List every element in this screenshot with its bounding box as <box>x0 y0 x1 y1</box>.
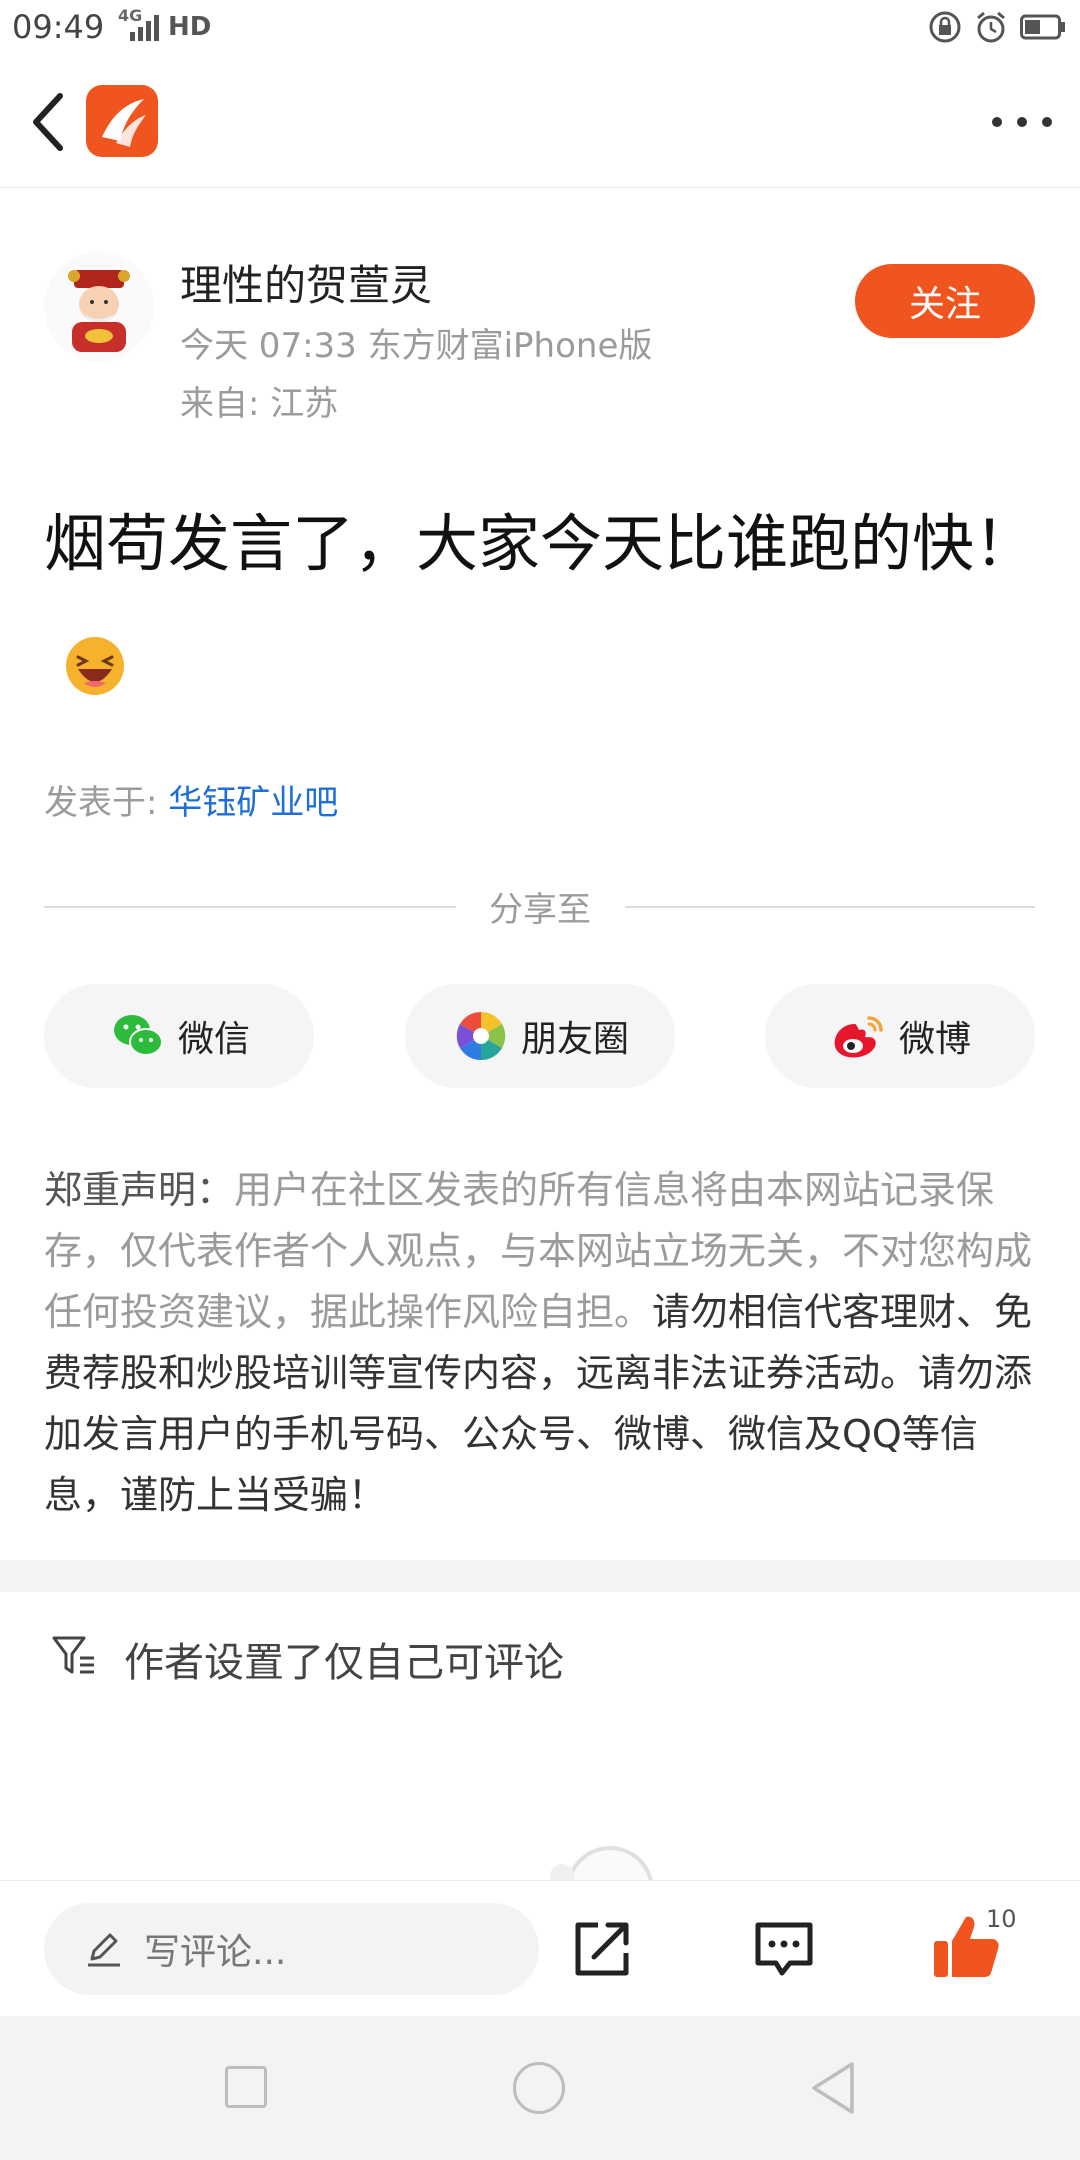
pencil-icon <box>88 1933 120 1967</box>
share-weibo-button[interactable]: 微博 <box>765 984 1035 1088</box>
comment-input[interactable]: 写评论... <box>44 1903 539 1995</box>
share-moments-label: 朋友圈 <box>520 1019 629 1060</box>
post-location: 来自: 江苏 <box>180 384 339 424</box>
wechat-icon <box>113 1015 163 1056</box>
empty-comments-illustration <box>550 1846 653 1880</box>
status-time: 09:49 <box>12 8 105 46</box>
comment-restriction-note: 作者设置了仅自己可评论 <box>124 1640 564 1686</box>
author-name[interactable]: 理性的贺萱灵 <box>180 252 432 313</box>
author-avatar[interactable] <box>44 252 154 362</box>
moments-icon <box>456 1011 506 1061</box>
share-moments-button[interactable]: 朋友圈 <box>405 984 675 1088</box>
like-count: 10 <box>986 1905 1017 1933</box>
post-title: 烟苟发言了，大家今天比谁跑的快！ <box>44 485 1044 721</box>
top-nav-bar <box>0 54 1080 188</box>
status-bar: 09:49 4G HD <box>0 0 1080 54</box>
screen: 09:49 4G HD 理性的贺萱灵 今天 07:33 东方财富iPhone版 … <box>0 0 1080 2160</box>
dot <box>992 117 1002 127</box>
disclaimer-heading: 郑重声明： <box>44 1168 235 1212</box>
bottom-action-bar: 写评论... 10 <box>0 1880 1080 2016</box>
section-separator <box>0 1560 1080 1592</box>
follow-button[interactable]: 关注 <box>855 264 1035 338</box>
share-icon[interactable] <box>570 1917 634 1981</box>
board-link[interactable]: 华钰矿业吧 <box>168 783 338 823</box>
dot <box>1017 117 1027 127</box>
weibo-icon <box>834 1016 883 1058</box>
comment-icon[interactable] <box>752 1917 816 1981</box>
recent-apps-icon[interactable] <box>225 2066 267 2108</box>
share-weibo-label: 微博 <box>898 1019 971 1060</box>
more-options-button[interactable] <box>992 104 1052 140</box>
back-arrow-icon[interactable] <box>22 90 82 154</box>
home-icon[interactable] <box>513 2062 565 2114</box>
app-logo <box>86 85 158 157</box>
comment-input-placeholder: 写评论... <box>144 1932 287 1973</box>
disclaimer: 郑重声明：用户在社区发表的所有信息将由本网站记录保存，仅代表作者个人观点，与本网… <box>44 1160 1039 1526</box>
battery-icon <box>1020 14 1065 40</box>
rotation-lock-icon <box>929 11 961 43</box>
nav-back-icon[interactable] <box>808 2060 860 2116</box>
posted-in: 发表于: 华钰矿业吧 <box>44 775 338 824</box>
post-meta: 今天 07:33 东方财富iPhone版 <box>180 326 653 366</box>
laughing-emoji-icon <box>66 636 124 695</box>
filter-icon <box>52 1636 94 1674</box>
hd-badge: HD <box>168 12 212 42</box>
signal-icon <box>130 15 159 41</box>
system-navigation-bar <box>0 2016 1080 2160</box>
share-wechat-label: 微信 <box>177 1019 250 1060</box>
dot <box>1042 117 1052 127</box>
status-right-icons <box>928 10 1066 44</box>
share-wechat-button[interactable]: 微信 <box>44 984 314 1088</box>
divider <box>625 906 1035 908</box>
alarm-icon <box>977 11 1005 43</box>
posted-in-label: 发表于: <box>44 783 158 823</box>
post-title-text: 烟苟发言了，大家今天比谁跑的快！ <box>44 507 1037 580</box>
